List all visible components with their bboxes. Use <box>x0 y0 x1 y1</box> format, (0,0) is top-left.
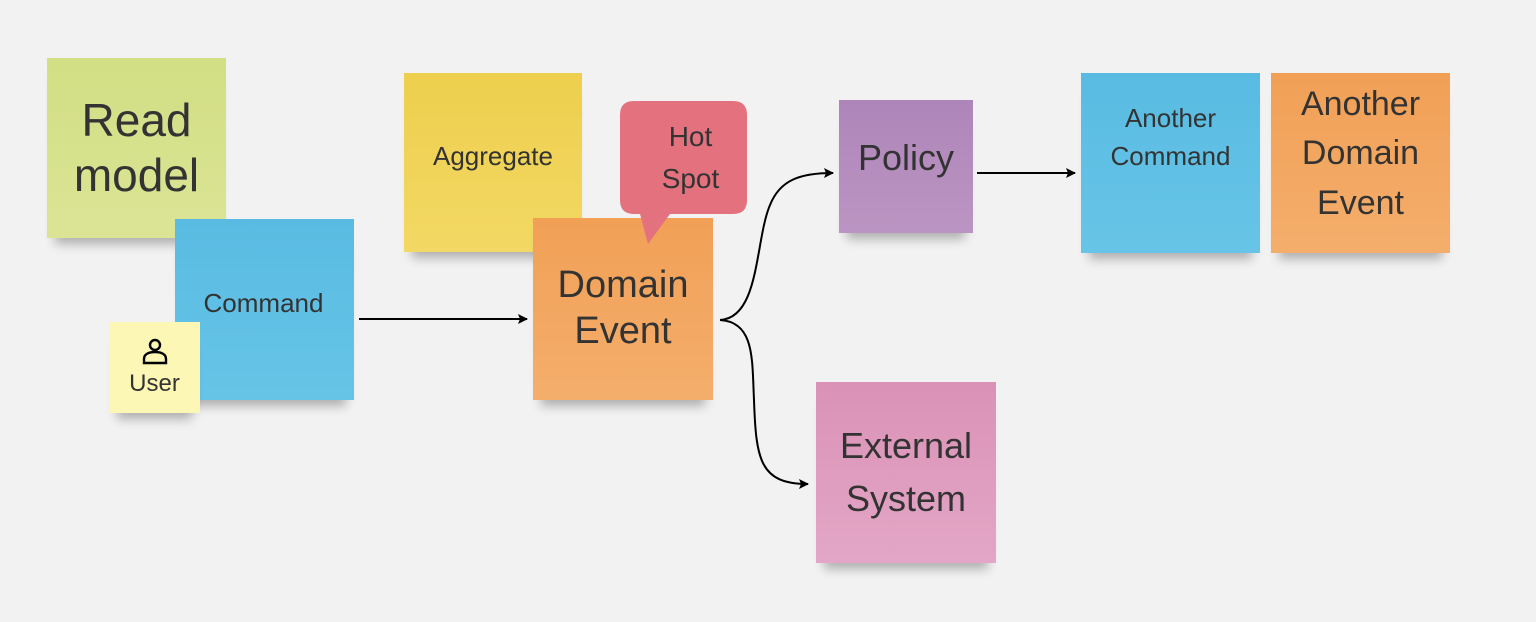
read-model-note[interactable]: Read model <box>47 58 226 238</box>
another-domain-event-note[interactable]: Another Domain Event <box>1271 73 1450 253</box>
domain-event-label: Domain Event <box>557 264 689 352</box>
user-icon <box>142 338 167 365</box>
another-command-note[interactable]: Another Command <box>1081 73 1260 253</box>
policy-label: Policy <box>857 136 955 178</box>
command-label: Command <box>203 287 324 318</box>
policy-note[interactable]: Policy <box>839 100 973 233</box>
user-note[interactable]: User <box>109 322 200 413</box>
hot-spot-note[interactable]: Hot Spot <box>620 101 747 244</box>
read-model-label: Read model <box>73 93 200 201</box>
hot-spot-label: Hot Spot <box>661 120 720 194</box>
another-command-label: Another Command <box>1110 103 1231 171</box>
aggregate-label: Aggregate <box>433 140 553 171</box>
user-label: User <box>129 370 180 398</box>
command-note[interactable]: Command <box>175 219 354 400</box>
external-system-label: External System <box>839 425 973 519</box>
another-domain-event-label: Another Domain Event <box>1300 85 1421 222</box>
arrow-domain-event-to-external-system <box>719 319 809 489</box>
external-system-note[interactable]: External System <box>816 382 996 563</box>
